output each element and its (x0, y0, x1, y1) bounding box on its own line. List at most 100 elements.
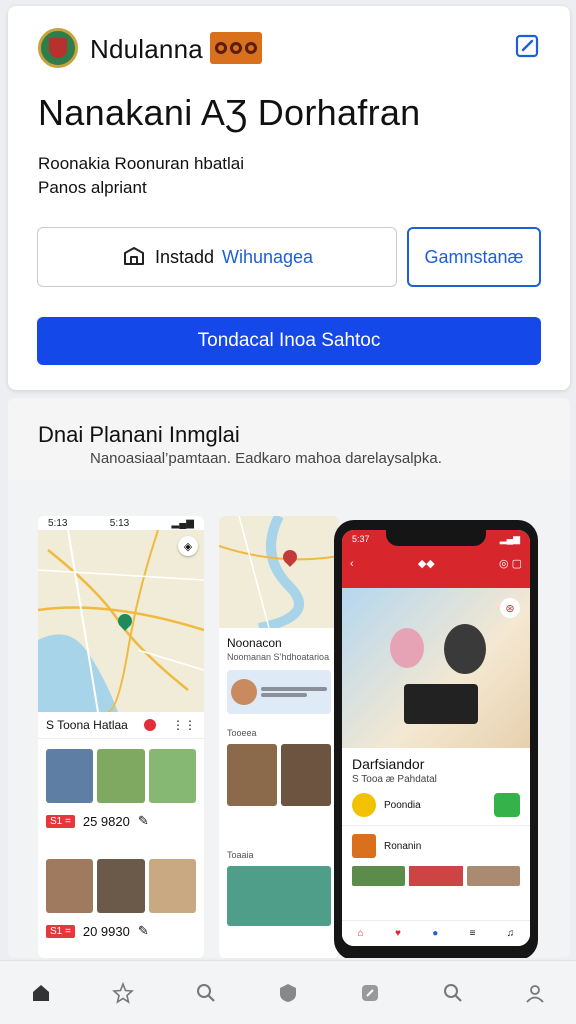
photo-thumb[interactable] (46, 749, 94, 803)
person-figure (390, 628, 424, 668)
phone-thumbs (342, 866, 530, 886)
avatar (231, 679, 257, 705)
photo-grid (38, 739, 204, 809)
bookmark-icon[interactable]: ⊛ (500, 598, 520, 618)
photo-thumb[interactable] (227, 744, 277, 806)
share-icon[interactable]: ✎ (138, 813, 149, 829)
location-label: S Toona Hatlaa (46, 718, 128, 732)
brand-icon (352, 834, 376, 858)
list-heading: Noonacon (227, 636, 282, 650)
circle-icon[interactable]: ● (432, 928, 438, 939)
phone-tabbar: ⌂ ♥ ● ≡ ♫ (342, 920, 530, 946)
pattern-badge-icon (210, 32, 262, 64)
bell-icon[interactable]: ♫ (507, 928, 515, 939)
count-value: 25 9820 (82, 813, 130, 829)
primary-button[interactable]: Tondacal Inoa Sahtoc (37, 317, 541, 365)
status-time-2: 5:13 (109, 518, 130, 529)
layers-icon[interactable]: ◈ (178, 536, 198, 556)
profile-icon[interactable] (515, 973, 555, 1013)
phone-row-label-2: Ronanin (384, 840, 422, 852)
photo-thumb[interactable] (281, 744, 331, 806)
tag-badge: S1 = (46, 924, 75, 938)
install-label-accent: Wihunagea (221, 246, 314, 267)
screenshot-2[interactable]: Noonacon Noomanan S’hdhoatarioa Tooeea T… (219, 516, 339, 958)
brand-logo-icon: ◆◆ (417, 558, 435, 570)
status-bar: 5:13 5:13 ▂▄▆ (38, 516, 204, 530)
install-button[interactable]: Instadd Wihunagea (37, 227, 397, 287)
phone-subtitle: S Tooa æ Pahdatal (352, 774, 437, 785)
map-roads-2 (219, 516, 339, 628)
photo-thumb[interactable] (46, 859, 94, 913)
phone-screen: 5:37 ▂▄▆ ‹ ◆◆ ◎ ▢ ⊛ Darfsiandor S Tooa æ… (342, 530, 530, 946)
tag-badge: S1 = (46, 814, 75, 828)
screenshot-1[interactable]: 5:13 5:13 ▂▄▆ ◈ S Toona Hatlaa ⋮⋮ S1 = 2… (38, 516, 204, 958)
back-icon[interactable]: ‹ (350, 558, 354, 570)
edit-icon[interactable] (513, 32, 541, 60)
photo-thumb[interactable] (227, 866, 331, 926)
search-icon[interactable] (433, 973, 473, 1013)
photo-thumb[interactable] (97, 859, 145, 913)
app-header-card: Ndulanna Nanakani AƷ Dorhafran Roonakia … (8, 6, 570, 390)
person-card[interactable] (227, 670, 331, 714)
map-view-2[interactable] (219, 516, 339, 628)
item-label-1: Tooeea (227, 728, 257, 738)
tablet-image (404, 684, 478, 724)
package-icon (123, 247, 144, 265)
menu-icon[interactable]: ≡ (470, 928, 476, 939)
share-icon[interactable]: ◎ ▢ (499, 557, 522, 570)
signal-icon: ▂▄▆ (499, 534, 520, 544)
install-label: Instadd (154, 246, 214, 267)
phone-notch (386, 530, 486, 546)
subtitle: Roonakia Roonuran hbatlai Panos alpriant (38, 152, 438, 200)
app-logo-icon (38, 28, 78, 68)
photo-thumb[interactable] (97, 749, 145, 803)
subtitle-line-2: Panos alpriant (38, 178, 147, 197)
star-icon[interactable] (103, 973, 143, 1013)
post-meta: S1 = 25 9820 ✎ (38, 809, 204, 833)
phone-title: Darfsiandor (352, 756, 425, 772)
home-icon[interactable] (21, 973, 61, 1013)
preview-description: Nanoasiaal’pamtaan. Eadkaro mahoa darela… (90, 450, 442, 467)
bottom-tabbar (0, 960, 576, 1024)
hero-image[interactable]: ⊛ (342, 588, 530, 748)
phone-row-2[interactable]: Ronanin (342, 825, 530, 866)
phone-mockup: 5:37 ▂▄▆ ‹ ◆◆ ◎ ▢ ⊛ Darfsiandor S Tooa æ… (334, 520, 538, 958)
search-icon[interactable] (186, 973, 226, 1013)
photo-grid-2 (38, 833, 204, 919)
phone-nav: ‹ ◆◆ ◎ ▢ (342, 549, 530, 578)
phone-row-1[interactable]: Poondia (342, 785, 530, 825)
coin-icon (352, 793, 376, 817)
book-grid (219, 740, 339, 810)
count-value-2: 20 9930 (82, 923, 130, 939)
phone-time: 5:37 (352, 534, 370, 544)
post-meta-2: S1 = 20 9930 ✎ (38, 919, 204, 943)
person-details (261, 685, 327, 699)
photo-thumb[interactable] (148, 859, 196, 913)
shield-icon[interactable] (268, 973, 308, 1013)
photo-thumb[interactable] (352, 866, 406, 886)
signal-icon: ▂▄▆ (171, 518, 194, 529)
share-icon[interactable]: ✎ (138, 923, 149, 939)
home-icon[interactable]: ⌂ (358, 928, 364, 939)
expand-icon[interactable] (494, 793, 520, 817)
page-title: Nanakani AƷ Dorhafran (38, 92, 421, 133)
location-dot-icon (143, 719, 156, 731)
location-row[interactable]: S Toona Hatlaa ⋮⋮ (38, 712, 204, 739)
phone-row-label-1: Poondia (384, 799, 421, 811)
preview-title: Dnai Planani Inmglai (38, 422, 240, 447)
photo-thumb[interactable] (466, 866, 520, 886)
photo-thumb[interactable] (409, 866, 463, 886)
tag-icon[interactable] (350, 973, 390, 1013)
map-view[interactable]: ◈ (38, 530, 204, 712)
subtitle-line-1: Roonakia Roonuran hbatlai (38, 154, 245, 173)
menu-icon[interactable]: ⋮⋮ (172, 718, 196, 732)
phone-header: 5:37 ▂▄▆ ‹ ◆◆ ◎ ▢ (342, 530, 530, 588)
item-label-2: Toaaia (227, 850, 254, 860)
secondary-button[interactable]: Gamnstanæ (407, 227, 541, 287)
preview-header: Dnai Planani Inmglai Nanoasiaal’pamtaan.… (8, 398, 570, 480)
app-name: Ndulanna (90, 34, 203, 64)
photo-thumb[interactable] (148, 749, 196, 803)
heart-icon[interactable]: ♥ (395, 928, 401, 939)
preview-section: Dnai Planani Inmglai Nanoasiaal’pamtaan.… (8, 398, 570, 958)
status-time: 5:13 (48, 518, 68, 529)
